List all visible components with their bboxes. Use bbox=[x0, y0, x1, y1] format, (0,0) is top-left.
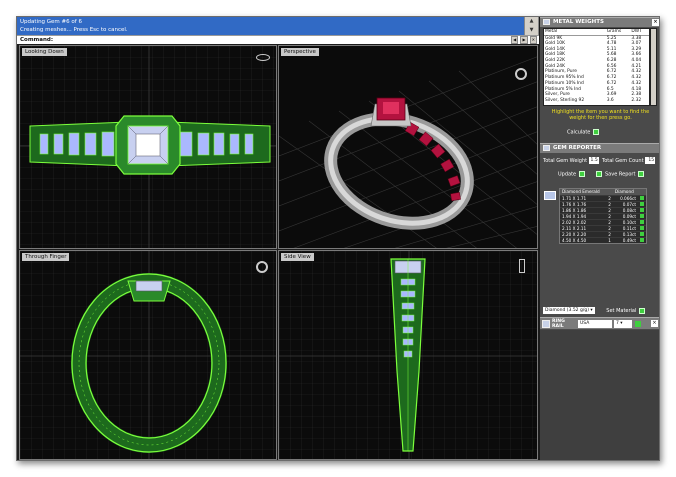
command-history-scrollbar[interactable]: ▲ ▼ bbox=[524, 17, 538, 35]
viewport-perspective[interactable]: Perspective bbox=[278, 45, 538, 249]
view-cube-icon[interactable] bbox=[256, 54, 270, 61]
command-toolbar: ◀ ▶ ✕ bbox=[511, 36, 537, 44]
row-go-button[interactable] bbox=[640, 219, 644, 224]
ring-icon[interactable] bbox=[515, 68, 527, 80]
calculate-label: Calculate bbox=[567, 129, 591, 136]
viewport-label: Perspective bbox=[281, 48, 319, 56]
gem-reporter-panel: GEM REPORTER Total Gem Weight 1.5 Total … bbox=[540, 143, 659, 315]
panel-title: METAL WEIGHTS bbox=[553, 19, 604, 25]
metal-weights-hint: Highlight the item you want to find the … bbox=[551, 109, 650, 121]
row-go-button[interactable] bbox=[640, 231, 644, 236]
save-report-row: Save Report bbox=[596, 171, 645, 178]
set-material-label: Set Material bbox=[606, 308, 637, 314]
viewport-label: Through Finger bbox=[22, 253, 70, 261]
viewport-side-view[interactable]: Side View bbox=[278, 250, 538, 460]
update-row: Update bbox=[558, 171, 586, 178]
row-go-button[interactable] bbox=[640, 201, 644, 206]
row-go-button[interactable] bbox=[640, 213, 644, 218]
total-weight-label: Total Gem Weight bbox=[543, 158, 588, 164]
save-report-label: Save Report bbox=[605, 171, 636, 178]
gem-reporter-header: GEM REPORTER bbox=[540, 143, 659, 153]
metal-weights-panel: METAL WEIGHTS × Metal Grams DWT Gold 9K 5… bbox=[540, 17, 659, 142]
panel-empty-area bbox=[540, 330, 659, 460]
viewport-label: Side View bbox=[281, 253, 314, 261]
viewport-looking-down[interactable]: Looking Down bbox=[19, 45, 277, 249]
ring-icon[interactable] bbox=[256, 261, 268, 273]
update-label: Update bbox=[558, 171, 577, 178]
table-row[interactable]: 4.50 X 4.50 1 0.49ct bbox=[560, 236, 646, 243]
gem-list-icon bbox=[544, 191, 556, 200]
total-count-row: Total Gem Count 15 bbox=[602, 157, 656, 164]
metal-table-scrollbar[interactable] bbox=[650, 28, 657, 106]
save-report-button[interactable] bbox=[596, 171, 602, 177]
row-go-button[interactable] bbox=[640, 225, 644, 230]
row-go-button[interactable] bbox=[640, 207, 644, 212]
ring-rail-label: RING RAIL bbox=[552, 319, 565, 329]
set-material-button[interactable] bbox=[639, 307, 646, 314]
metal-weights-table[interactable]: Metal Grams DWT Gold 9K 5.25 3.38 Gold 10K… bbox=[543, 28, 650, 106]
close-icon[interactable]: × bbox=[652, 19, 659, 26]
panel-title: GEM REPORTER bbox=[553, 145, 602, 151]
calculate-row: Calculate bbox=[567, 129, 600, 136]
country-select[interactable]: USA bbox=[578, 320, 612, 328]
total-count-label: Total Gem Count bbox=[602, 158, 644, 164]
calculate-button[interactable] bbox=[593, 129, 600, 135]
metal-weights-header: METAL WEIGHTS × bbox=[540, 17, 659, 27]
total-count-field[interactable]: 15 bbox=[645, 157, 656, 164]
command-history-line: Updating Gem #6 of 6 bbox=[20, 19, 82, 25]
material-select[interactable]: Diamond (3.52 g/g) ▾ bbox=[543, 307, 595, 314]
command-history-line: Creating meshes... Press Esc to cancel. bbox=[20, 27, 128, 33]
ring-perspective bbox=[324, 97, 474, 230]
ring-rail-go-button[interactable] bbox=[635, 321, 641, 327]
close-icon[interactable]: × bbox=[651, 320, 658, 327]
app-window: Updating Gem #6 of 6 Creating meshes... … bbox=[16, 16, 660, 461]
command-area: Updating Gem #6 of 6 Creating meshes... … bbox=[17, 17, 539, 44]
viewport-through-finger[interactable]: Through Finger bbox=[19, 250, 277, 460]
scroll-up-icon[interactable]: ▲ bbox=[525, 17, 538, 26]
material-row: Diamond (3.52 g/g) ▾ Set Material bbox=[543, 307, 646, 314]
ring-rail-icon bbox=[542, 320, 550, 328]
right-panel: METAL WEIGHTS × Metal Grams DWT Gold 9K 5… bbox=[540, 17, 659, 460]
row-go-button[interactable] bbox=[640, 195, 644, 200]
table-row[interactable]: Silver, Sterling 92 3.6 2.32 bbox=[544, 98, 649, 104]
gem-icon bbox=[543, 144, 550, 151]
close-icon[interactable]: ✕ bbox=[529, 36, 537, 44]
size-select[interactable]: 7 ▾ bbox=[614, 320, 632, 328]
total-weight-row: Total Gem Weight 1.5 bbox=[543, 157, 599, 164]
scale-icon bbox=[543, 18, 550, 25]
command-prompt: Command: bbox=[20, 37, 54, 43]
update-button[interactable] bbox=[579, 171, 586, 177]
total-weight-field[interactable]: 1.5 bbox=[588, 157, 599, 164]
row-go-button[interactable] bbox=[640, 237, 644, 242]
gem-table[interactable]: Diamond Emerald Diamond 1.71 X 1.71 2 0.06… bbox=[559, 188, 647, 244]
save-report-go-button[interactable] bbox=[638, 171, 645, 177]
command-input[interactable]: Command: ◀ ▶ ✕ bbox=[17, 35, 539, 44]
command-history: Updating Gem #6 of 6 Creating meshes... … bbox=[17, 17, 525, 35]
column-header: Diamond Emerald bbox=[560, 189, 606, 195]
ring-rail-bar: RING RAIL USA 7 ▾ × bbox=[540, 317, 659, 329]
scroll-down-icon[interactable]: ▼ bbox=[525, 26, 538, 35]
next-icon[interactable]: ▶ bbox=[520, 36, 528, 44]
viewport-label: Looking Down bbox=[22, 48, 67, 56]
side-ring-icon[interactable] bbox=[519, 259, 525, 273]
prev-icon[interactable]: ◀ bbox=[511, 36, 519, 44]
